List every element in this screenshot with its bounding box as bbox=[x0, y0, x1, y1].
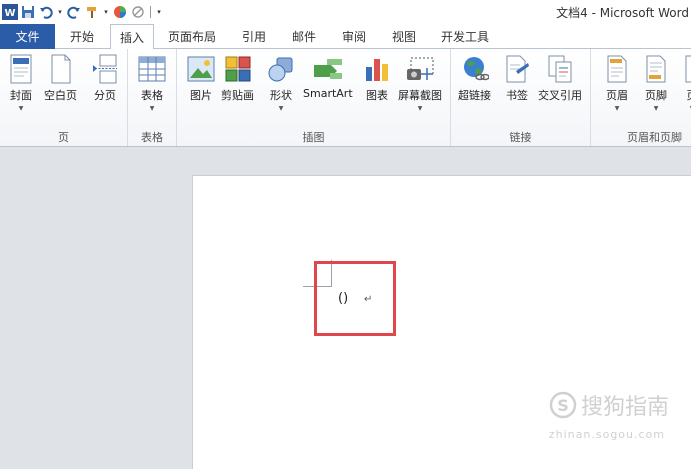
shapes-icon bbox=[266, 53, 296, 85]
page-number-icon bbox=[677, 53, 691, 85]
watermark-text: 搜狗指南 bbox=[580, 395, 669, 420]
tab-mailings[interactable]: 邮件 bbox=[286, 24, 322, 49]
blank-page-icon bbox=[46, 53, 76, 85]
group-links: 超链接 书签 交叉引用 链接 bbox=[451, 49, 591, 146]
page-break-icon bbox=[90, 53, 120, 85]
clip-art-button[interactable]: 剪贴画 bbox=[221, 53, 254, 103]
footer-button[interactable]: 页脚 ▼ bbox=[641, 53, 671, 112]
cover-page-button[interactable]: 封面 ▼ bbox=[6, 53, 36, 112]
bookmark-button[interactable]: 书签 bbox=[502, 53, 532, 103]
watermark-url: zhinan.sogou.com bbox=[548, 428, 665, 441]
group-label-tables: 表格 bbox=[141, 131, 163, 144]
svg-text:W: W bbox=[4, 8, 15, 19]
chart-icon bbox=[362, 53, 392, 85]
document-workspace[interactable]: () ↵ S 搜狗指南 zhinan.sogou.com bbox=[0, 147, 691, 469]
group-tables: 表格 ▼ 表格 bbox=[128, 49, 177, 146]
blank-page-button[interactable]: 空白页 bbox=[44, 53, 77, 103]
undo-dropdown-icon[interactable]: ▾ bbox=[56, 4, 64, 20]
paragraph-mark: ↵ bbox=[364, 294, 373, 305]
customize-qat-icon[interactable]: ▾ bbox=[155, 4, 163, 20]
clear-format-icon[interactable] bbox=[130, 4, 146, 20]
footer-icon bbox=[641, 53, 671, 85]
smartart-button[interactable]: SmartArt bbox=[303, 53, 353, 100]
table-button[interactable]: 表格 ▼ bbox=[137, 53, 167, 112]
group-header-footer: 页眉 ▼ 页脚 ▼ 页 ▼ 页眉和页脚 bbox=[591, 49, 691, 146]
quick-access-toolbar: W ▾ ▾ ▾ bbox=[2, 2, 163, 22]
chevron-down-icon: ▼ bbox=[149, 105, 155, 112]
page-number-button[interactable]: 页 ▼ bbox=[677, 53, 691, 112]
table-icon bbox=[137, 53, 167, 85]
picture-icon bbox=[186, 53, 216, 85]
qat-separator bbox=[150, 6, 151, 18]
tab-developer[interactable]: 开发工具 bbox=[436, 24, 494, 49]
group-label-links: 链接 bbox=[509, 131, 532, 144]
format-painter-icon[interactable] bbox=[84, 4, 100, 20]
undo-icon[interactable] bbox=[38, 4, 54, 20]
smartart-icon bbox=[313, 53, 343, 85]
painter-dropdown-icon[interactable]: ▾ bbox=[102, 4, 110, 20]
watermark: S 搜狗指南 bbox=[549, 389, 669, 421]
title-bar: W ▾ ▾ ▾ 文档4 - Microsoft Word bbox=[0, 0, 691, 24]
group-pages: 封面 ▼ 空白页 分页 页 bbox=[0, 49, 128, 146]
chevron-down-icon: ▼ bbox=[417, 105, 423, 112]
ribbon-insert: 封面 ▼ 空白页 分页 页 表格 ▼ 表格 图片 剪贴画 形状 ▼ SmartA… bbox=[0, 49, 691, 147]
cover-page-icon bbox=[6, 53, 36, 85]
screenshot-icon bbox=[405, 53, 435, 85]
svg-text:S: S bbox=[557, 396, 569, 415]
group-illustrations: 图片 剪贴画 形状 ▼ SmartArt 图表 屏幕截图 ▼ 插图 bbox=[177, 49, 451, 146]
chevron-down-icon: ▼ bbox=[18, 105, 24, 112]
group-label-pages: 页 bbox=[58, 131, 69, 144]
tab-insert[interactable]: 插入 bbox=[110, 24, 154, 50]
cross-reference-icon bbox=[545, 53, 575, 85]
chevron-down-icon: ▼ bbox=[653, 105, 659, 112]
clip-art-icon bbox=[223, 53, 253, 85]
word-logo-icon[interactable]: W bbox=[2, 4, 18, 20]
redo-icon[interactable] bbox=[66, 4, 82, 20]
header-icon bbox=[602, 53, 632, 85]
header-button[interactable]: 页眉 ▼ bbox=[602, 53, 632, 112]
group-label-illustrations: 插图 bbox=[302, 131, 325, 144]
chevron-down-icon: ▼ bbox=[614, 105, 620, 112]
picture-button[interactable]: 图片 bbox=[186, 53, 216, 103]
document-text[interactable]: () bbox=[338, 291, 348, 306]
cross-reference-button[interactable]: 交叉引用 bbox=[538, 53, 582, 103]
shapes-button[interactable]: 形状 ▼ bbox=[266, 53, 296, 112]
tab-view[interactable]: 视图 bbox=[386, 24, 422, 49]
tab-review[interactable]: 审阅 bbox=[336, 24, 372, 49]
document-title: 文档4 - Microsoft Word bbox=[556, 6, 689, 20]
tab-references[interactable]: 引用 bbox=[236, 24, 272, 49]
tab-file[interactable]: 文件 bbox=[0, 24, 55, 49]
sogou-logo-icon: S bbox=[549, 391, 577, 419]
chart-button[interactable]: 图表 bbox=[362, 53, 392, 103]
bookmark-icon bbox=[502, 53, 532, 85]
hyperlink-button[interactable]: 超链接 bbox=[458, 53, 491, 103]
ribbon-tabs: 文件 开始 插入 页面布局 引用 邮件 审阅 视图 开发工具 bbox=[0, 24, 691, 50]
chevron-down-icon: ▼ bbox=[278, 105, 284, 112]
hyperlink-icon bbox=[460, 53, 490, 85]
tab-home[interactable]: 开始 bbox=[62, 24, 102, 49]
page-break-button[interactable]: 分页 bbox=[90, 53, 120, 103]
save-icon[interactable] bbox=[20, 4, 36, 20]
highlight-box bbox=[314, 261, 396, 336]
document-page[interactable]: () ↵ S 搜狗指南 zhinan.sogou.com bbox=[192, 175, 691, 469]
color-wheel-icon[interactable] bbox=[112, 4, 128, 20]
screenshot-button[interactable]: 屏幕截图 ▼ bbox=[398, 53, 442, 112]
group-label-header-footer: 页眉和页脚 bbox=[627, 131, 682, 144]
tab-page-layout[interactable]: 页面布局 bbox=[164, 24, 220, 49]
